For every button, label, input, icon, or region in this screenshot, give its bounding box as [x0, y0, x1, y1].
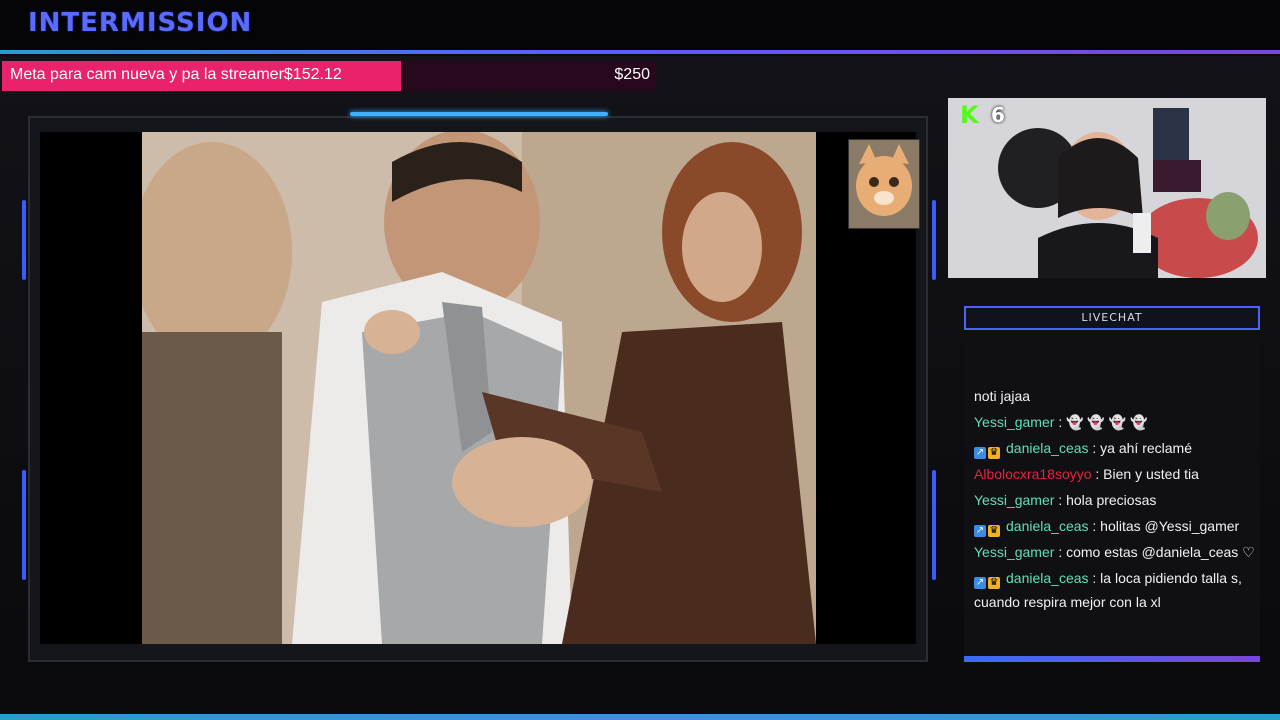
kick-logo-icon: K	[960, 101, 979, 129]
left-accent-upper	[22, 200, 26, 280]
goal-label: Meta para cam nueva y pa la streamer	[10, 66, 284, 83]
goal-label-row: Meta para cam nueva y pa la streamer$152…	[10, 66, 342, 84]
moderator-badge-icon: ↗	[974, 525, 986, 537]
top-accent-line	[0, 50, 1280, 54]
chat-badges: ↗ ♛	[974, 439, 1002, 461]
chat-message-text: : 👻 👻 👻 👻	[1058, 414, 1148, 430]
chat-username[interactable]: Yessi_gamer	[974, 414, 1054, 430]
chat-message-text: : Bien y usted tia	[1095, 466, 1199, 482]
bottom-accent-line	[0, 714, 1280, 720]
moderator-badge-icon: ↗	[974, 577, 986, 589]
donation-goal-bar: Meta para cam nueva y pa la streamer$152…	[2, 61, 656, 91]
goal-current: $152.12	[283, 66, 342, 83]
chat-message-text: : hola preciosas	[1058, 492, 1157, 508]
chat-username[interactable]: Yessi_gamer	[974, 544, 1054, 560]
top-bar: INTERMISSION	[0, 0, 1280, 52]
chat-username[interactable]: daniela_ceas	[1006, 518, 1089, 534]
chat-message-text: : como estas @daniela_ceas ♡	[1058, 544, 1255, 560]
chat-message-text: : ya ahí reclamé	[1092, 440, 1193, 456]
chat-username[interactable]: Yessi_gamer	[974, 492, 1054, 508]
left-accent-lower	[22, 470, 26, 580]
right-accent-upper	[932, 200, 936, 280]
crown-badge-icon: ♛	[988, 525, 1000, 537]
chat-message: Yessi_gamer : como estas @daniela_ceas ♡	[974, 541, 1258, 563]
goal-target: $250	[614, 66, 650, 83]
chat-username[interactable]: Albolocxra18soyyo	[974, 466, 1092, 482]
moderator-badge-icon: ↗	[974, 447, 986, 459]
chat-message-text: noti jajaa	[974, 388, 1031, 404]
chat-bottom-accent	[964, 656, 1260, 662]
right-accent-lower	[932, 470, 936, 580]
chat-message: Yessi_gamer : hola preciosas	[974, 489, 1258, 511]
page-title: INTERMISSION	[28, 8, 253, 38]
chat-username[interactable]: daniela_ceas	[1006, 570, 1089, 586]
chat-username[interactable]: daniela_ceas	[1006, 440, 1089, 456]
viewer-count: 6	[991, 103, 1005, 127]
chat-message: Yessi_gamer : 👻 👻 👻 👻	[974, 411, 1258, 433]
chat-message: ↗ ♛ daniela_ceas : ya ahí reclamé	[974, 437, 1258, 461]
chat-message: ↗ ♛ daniela_ceas : holitas @Yessi_gamer	[974, 515, 1258, 539]
chat-badges: ↗ ♛	[974, 569, 1002, 591]
cat-image	[848, 139, 920, 229]
chat-message-text: : holitas @Yessi_gamer	[1092, 518, 1240, 534]
cat-face-icon	[849, 140, 919, 228]
chat-message: noti jajaa	[974, 385, 1258, 407]
chat-header: LIVECHAT	[964, 306, 1260, 330]
video-player[interactable]	[142, 132, 816, 644]
video-frame-image	[142, 132, 816, 644]
frame-glow-accent	[350, 112, 608, 116]
crown-badge-icon: ♛	[988, 577, 1000, 589]
crown-badge-icon: ♛	[988, 447, 1000, 459]
chat-message: ↗ ♛ daniela_ceas : la loca pidiendo talla …	[974, 567, 1258, 613]
chat-message: Albolocxra18soyyo : Bien y usted tia	[974, 463, 1258, 485]
chat-badges: ↗ ♛	[974, 517, 1002, 539]
